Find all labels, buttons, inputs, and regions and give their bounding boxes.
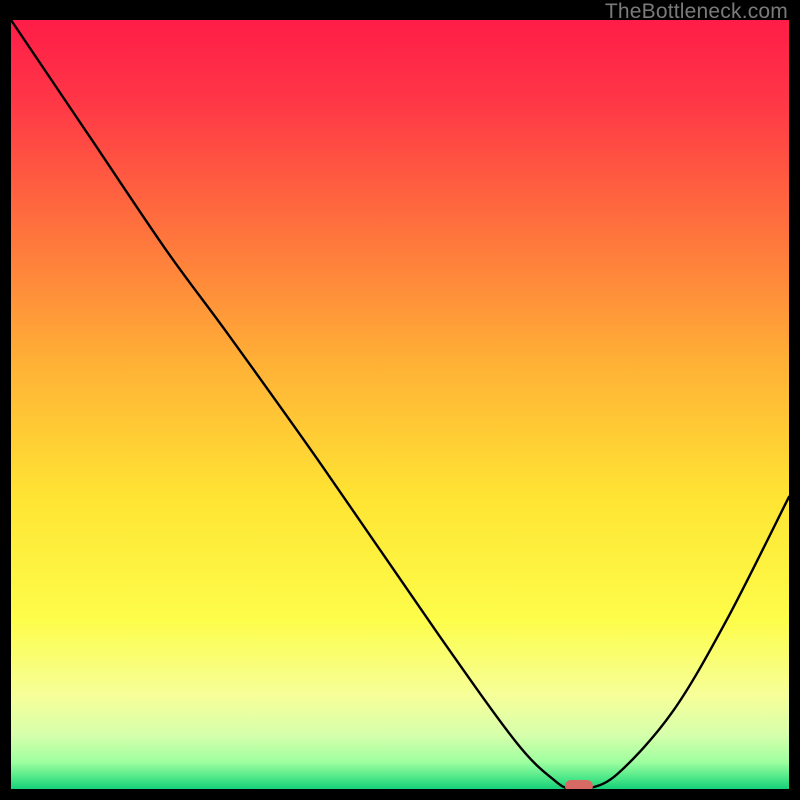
gradient-background — [11, 20, 789, 789]
bottleneck-chart — [11, 20, 789, 789]
watermark-text: TheBottleneck.com — [605, 0, 788, 24]
optimum-marker — [565, 780, 593, 789]
